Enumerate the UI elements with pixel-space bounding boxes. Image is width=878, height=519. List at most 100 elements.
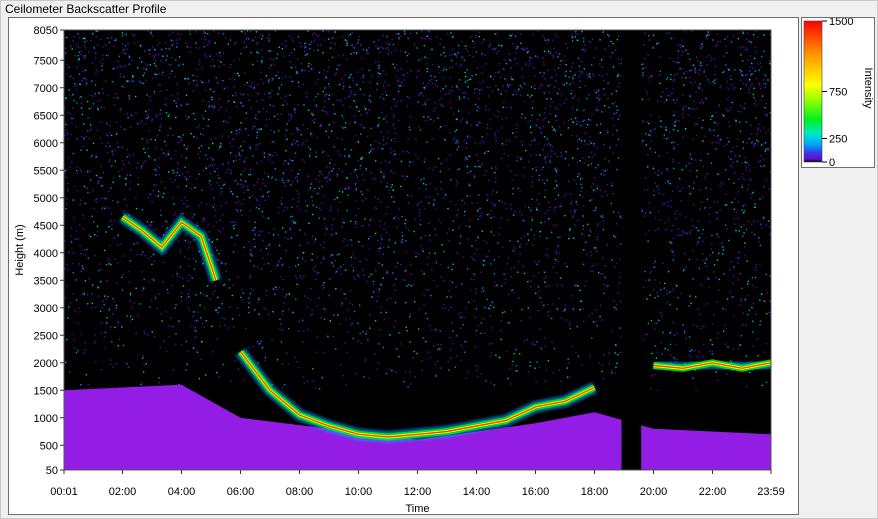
noise-speck [681,234,683,236]
noise-speck [353,99,355,102]
noise-speck [354,278,356,280]
noise-speck [423,101,426,103]
noise-speck [644,270,646,273]
noise-speck [529,120,532,122]
noise-speck [682,230,684,232]
noise-speck [342,127,345,129]
noise-speck [689,76,691,78]
noise-speck [616,303,618,306]
noise-speck [370,273,372,276]
noise-speck [179,251,182,253]
noise-speck [107,152,109,154]
noise-speck [510,75,512,78]
noise-speck [457,142,460,144]
noise-speck [205,56,207,58]
noise-speck [175,303,177,306]
noise-speck [480,214,482,217]
noise-speck [533,139,536,141]
noise-speck [710,59,712,61]
noise-speck [754,70,756,72]
noise-speck [578,70,580,72]
noise-speck [470,78,472,80]
noise-speck [91,62,93,64]
noise-speck [188,296,190,298]
noise-speck [498,44,500,47]
noise-speck [281,177,284,179]
noise-speck [437,117,439,119]
noise-speck [511,33,514,35]
noise-speck [347,194,349,196]
noise-speck [746,162,748,164]
noise-speck [657,210,660,213]
noise-speck [96,225,99,227]
noise-speck [281,179,284,181]
noise-speck [123,163,125,166]
noise-speck [570,93,572,95]
noise-speck [138,57,141,59]
noise-speck [668,219,670,221]
noise-speck [607,82,609,85]
noise-speck [241,149,244,152]
noise-speck [242,379,245,381]
noise-speck [442,105,444,107]
noise-speck [159,125,162,127]
noise-speck [431,82,434,85]
noise-speck [257,143,259,146]
noise-speck [258,297,260,299]
noise-speck [228,187,230,190]
noise-speck [320,44,322,46]
noise-speck [489,44,491,47]
noise-speck [175,150,177,152]
noise-speck [741,74,743,76]
noise-speck [465,156,467,159]
noise-speck [363,274,365,276]
noise-speck [296,277,298,279]
noise-speck [503,282,505,285]
noise-speck [152,253,155,256]
noise-speck [323,258,325,260]
noise-speck [694,81,696,83]
noise-speck [241,214,243,217]
noise-speck [165,97,167,100]
noise-speck [423,273,425,275]
noise-speck [603,79,605,82]
noise-speck [300,45,302,48]
noise-speck [165,252,167,254]
noise-speck [745,355,747,357]
noise-speck [282,310,284,312]
noise-speck [655,357,658,359]
noise-speck [461,56,463,58]
noise-speck [387,130,390,133]
noise-speck [211,241,213,243]
noise-speck [739,69,741,71]
noise-speck [645,67,647,69]
noise-speck [296,206,298,208]
noise-speck [350,149,353,151]
noise-speck [728,88,730,90]
noise-speck [506,322,509,324]
noise-speck [659,218,662,221]
noise-speck [307,175,309,178]
noise-speck [291,142,293,144]
noise-speck [473,42,476,44]
noise-speck [207,165,209,167]
noise-speck [156,73,158,76]
noise-speck [355,52,358,54]
noise-speck [289,61,292,63]
noise-speck [408,284,410,286]
noise-speck [666,99,668,101]
noise-speck [494,181,497,183]
noise-speck [755,78,758,80]
noise-speck [65,361,67,364]
noise-speck [419,129,422,131]
noise-speck [671,142,673,144]
noise-speck [83,123,85,125]
noise-speck [109,125,112,127]
noise-speck [519,246,521,248]
noise-speck [84,342,86,344]
noise-speck [426,67,429,70]
noise-speck [241,298,243,300]
noise-speck [157,195,159,197]
noise-speck [184,256,186,258]
noise-speck [742,323,744,326]
